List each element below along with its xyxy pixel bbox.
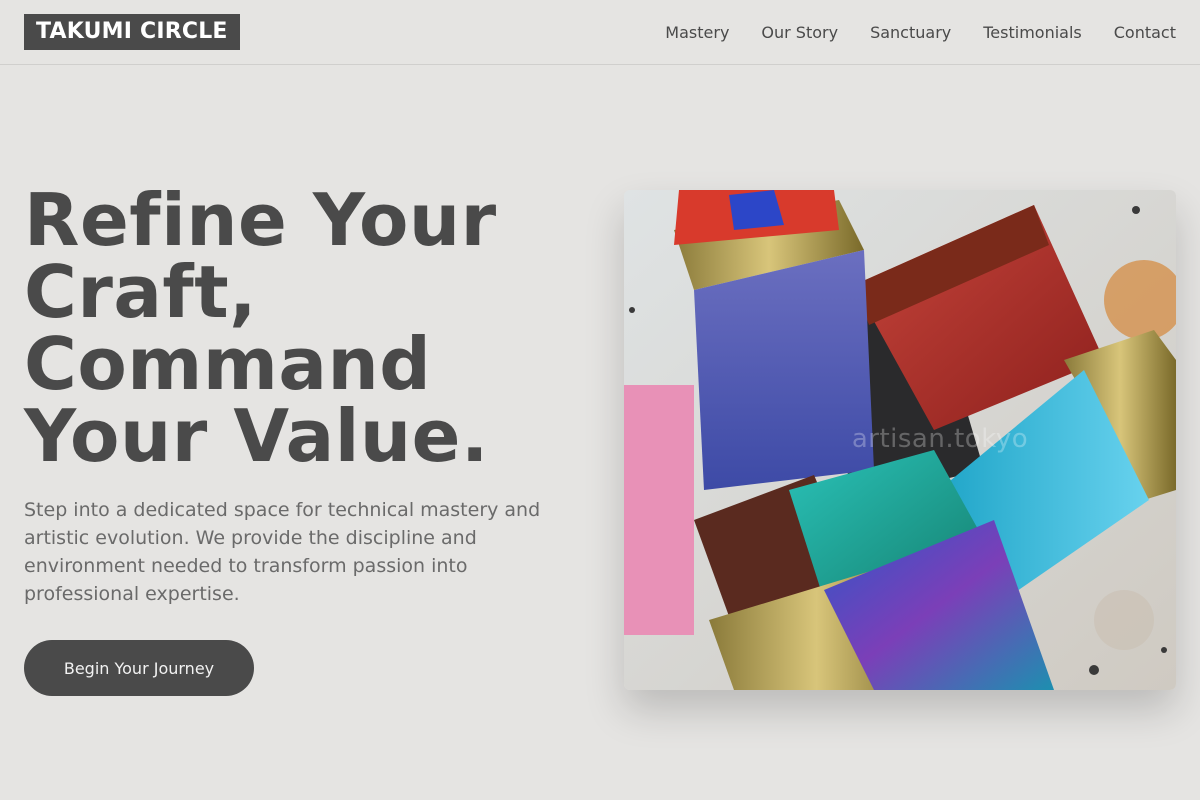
begin-journey-button[interactable]: Begin Your Journey xyxy=(24,640,254,696)
nav-link-mastery[interactable]: Mastery xyxy=(665,23,729,42)
nav-link-sanctuary[interactable]: Sanctuary xyxy=(870,23,951,42)
headline-line: Command xyxy=(24,322,432,406)
headline-line: Refine Your xyxy=(24,178,497,262)
paint-brushes-image: artisan.tokyo xyxy=(624,190,1176,690)
logo[interactable]: TAKUMI CIRCLE xyxy=(24,14,240,50)
site-header: TAKUMI CIRCLE Mastery Our Story Sanctuar… xyxy=(0,0,1200,65)
hero-subtitle: Step into a dedicated space for technica… xyxy=(24,499,541,605)
main-nav: Mastery Our Story Sanctuary Testimonials… xyxy=(665,0,1176,64)
nav-link-our-story[interactable]: Our Story xyxy=(761,23,838,42)
nav-link-contact[interactable]: Contact xyxy=(1114,23,1176,42)
headline-line: Your Value. xyxy=(24,394,489,478)
headline-line: Craft, xyxy=(24,250,258,334)
hero-headline: Refine Your Craft, Command Your Value. xyxy=(24,184,584,472)
image-watermark: artisan.tokyo xyxy=(851,424,1029,454)
nav-link-testimonials[interactable]: Testimonials xyxy=(983,23,1082,42)
